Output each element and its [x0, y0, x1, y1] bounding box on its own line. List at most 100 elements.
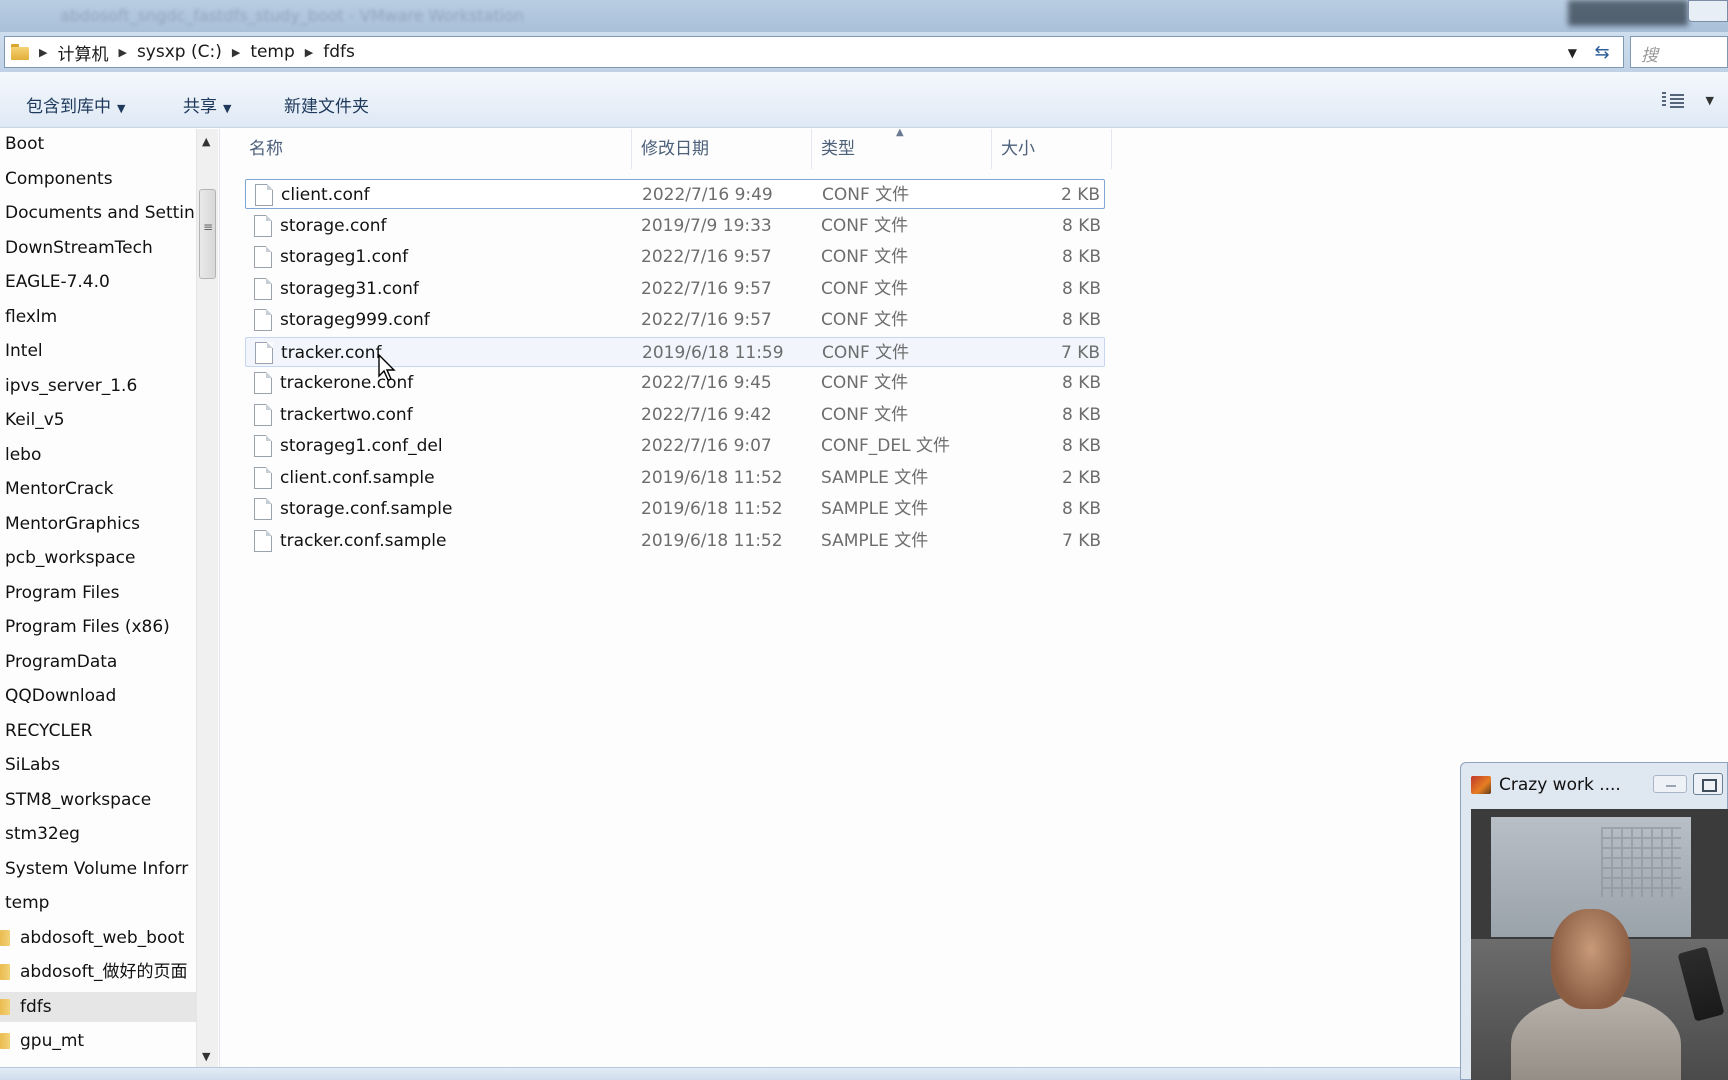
window-titlebar: abdosoft_sngdc_fastdfs_study_boot - VMwa… — [0, 0, 1728, 32]
file-row[interactable]: client.conf 2022/7/16 9:49 CONF 文件 2 KB — [245, 179, 1105, 209]
folder-icon — [0, 998, 10, 1015]
view-options-icon[interactable] — [1662, 92, 1684, 108]
nav-item[interactable]: STM8_workspace — [0, 785, 196, 815]
nav-item[interactable]: MentorCrack — [0, 474, 196, 504]
file-row[interactable]: storage.conf.sample 2019/6/18 11:52 SAMPLE… — [245, 494, 1105, 524]
maximize-button[interactable] — [1693, 773, 1723, 795]
file-icon — [255, 341, 273, 364]
file-date: 2022/7/16 9:49 — [642, 185, 773, 205]
file-date: 2019/6/18 11:52 — [641, 530, 783, 551]
file-row[interactable]: storageg31.conf 2022/7/16 9:57 CONF 文件 8 KB — [245, 274, 1105, 304]
file-type: CONF 文件 — [821, 310, 909, 330]
nav-folder-item[interactable]: fdfs — [0, 991, 196, 1022]
address-bar[interactable]: ▶ 计算机 ▶ sysxp (C:) ▶ temp ▶ fdfs ▼ ⇆ — [4, 36, 1624, 68]
file-type: CONF 文件 — [821, 278, 909, 299]
file-type: CONF 文件 — [822, 185, 910, 205]
refresh-icon[interactable]: ⇆ — [1587, 41, 1617, 65]
nav-item[interactable]: Components — [0, 164, 196, 194]
file-row[interactable]: client.conf.sample 2019/6/18 11:52 SAMPLE … — [245, 463, 1105, 493]
file-row[interactable]: trackerone.conf 2022/7/16 9:45 CONF 文件 8 KB — [245, 368, 1105, 398]
file-row[interactable]: storageg1.conf_del 2022/7/16 9:07 CONF_DEL… — [245, 431, 1105, 461]
nav-item[interactable]: Program Files — [0, 578, 196, 608]
breadcrumb-computer[interactable]: 计算机 — [57, 40, 108, 65]
scroll-up-icon[interactable]: ▲ — [202, 135, 210, 148]
breadcrumb-arrow-icon[interactable]: ▶ — [232, 46, 240, 59]
nav-item[interactable]: RECYCLER — [0, 716, 196, 746]
nav-item[interactable]: Boot — [0, 129, 196, 159]
nav-folder-item[interactable]: abdosoft_做好的页面 — [0, 957, 196, 987]
breadcrumb-arrow-icon[interactable]: ▶ — [39, 46, 47, 59]
column-header-type[interactable]: 类型 — [821, 129, 855, 169]
file-type: CONF 文件 — [822, 342, 910, 363]
file-size: 8 KB — [1061, 278, 1101, 299]
breadcrumb-fdfs[interactable]: fdfs — [323, 42, 355, 62]
folder-icon — [0, 1033, 10, 1049]
nav-item[interactable]: System Volume Inforr — [0, 854, 196, 884]
window-control-button[interactable] — [1688, 0, 1728, 22]
breadcrumb-arrow-icon[interactable]: ▶ — [305, 46, 313, 59]
nav-item[interactable]: Program Files (x86) — [0, 612, 196, 642]
column-header-size[interactable]: 大小 — [1001, 129, 1035, 169]
nav-item[interactable]: lebo — [0, 440, 196, 470]
column-header-name[interactable]: 名称 — [249, 129, 283, 169]
file-size: 2 KB — [1060, 185, 1100, 205]
nav-item[interactable]: pcb_workspace — [0, 543, 196, 573]
file-date: 2022/7/16 9:45 — [641, 373, 772, 393]
file-type: CONF 文件 — [821, 404, 909, 425]
nav-item[interactable]: stm32eg — [0, 819, 196, 849]
file-row[interactable]: tracker.conf 2019/6/18 11:59 CONF 文件 7 KB — [245, 336, 1105, 367]
folder-icon — [0, 929, 10, 946]
nav-item[interactable]: flexlm — [0, 302, 196, 332]
nav-folder-item[interactable]: abdosoft_web_boot — [0, 923, 196, 953]
share-button[interactable]: 共享 ▼ — [183, 92, 231, 117]
breadcrumb-temp[interactable]: temp — [250, 42, 294, 62]
file-size: 8 KB — [1061, 247, 1101, 267]
file-icon — [254, 498, 272, 520]
file-date: 2022/7/16 9:57 — [641, 278, 772, 299]
minimize-button[interactable] — [1653, 775, 1687, 793]
file-row[interactable]: storageg1.conf 2022/7/16 9:57 CONF 文件 8 KB — [245, 242, 1105, 272]
chevron-down-icon[interactable]: ▼ — [1706, 94, 1714, 107]
new-folder-button[interactable]: 新建文件夹 — [284, 92, 369, 117]
breadcrumb-arrow-icon[interactable]: ▶ — [118, 46, 126, 59]
nav-item[interactable]: ipvs_server_1.6 — [0, 371, 196, 401]
sort-ascending-icon: ▲ — [896, 127, 904, 138]
column-divider[interactable] — [811, 129, 812, 169]
file-row[interactable]: storage.conf 2019/7/9 19:33 CONF 文件 8 KB — [245, 211, 1105, 241]
column-divider[interactable] — [1111, 129, 1112, 169]
column-divider[interactable] — [991, 129, 992, 169]
share-label: 共享 — [183, 97, 217, 117]
nav-scrollbar[interactable]: ▲▼ — [196, 129, 218, 1067]
scroll-down-icon[interactable]: ▼ — [202, 1050, 210, 1063]
file-row[interactable]: storageg999.conf 2022/7/16 9:57 CONF 文件 8 K… — [245, 305, 1105, 335]
search-input[interactable]: 搜 — [1630, 36, 1728, 68]
address-dropdown-icon[interactable]: ▼ — [1568, 46, 1577, 60]
nav-item[interactable]: EAGLE-7.4.0 — [0, 267, 196, 297]
nav-folder-item[interactable]: gpu_mt — [0, 1026, 196, 1056]
file-row[interactable]: tracker.conf.sample 2019/6/18 11:52 SAMPLE… — [245, 526, 1105, 556]
nav-item[interactable]: Intel — [0, 336, 196, 366]
file-row[interactable]: trackertwo.conf 2022/7/16 9:42 CONF 文件 8 KB — [245, 400, 1105, 430]
column-divider[interactable] — [631, 129, 632, 169]
nav-item[interactable]: DownStreamTech — [0, 233, 196, 263]
nav-item[interactable]: Documents and Settin — [0, 198, 196, 228]
nav-item[interactable]: MentorGraphics — [0, 509, 196, 539]
nav-item[interactable]: temp — [0, 888, 196, 918]
breadcrumb-drive[interactable]: sysxp (C:) — [137, 42, 222, 62]
nav-item[interactable]: Keil_v5 — [0, 405, 196, 435]
webcam-window[interactable]: Crazy work .... — [1460, 762, 1728, 1080]
include-in-library-button[interactable]: 包含到库中 ▼ — [26, 92, 125, 117]
file-size: 8 KB — [1061, 373, 1101, 393]
scroll-thumb[interactable] — [199, 189, 216, 279]
nav-item[interactable]: QQDownload — [0, 681, 196, 711]
file-name: storageg1.conf — [280, 247, 409, 267]
nav-item[interactable]: SiLabs — [0, 750, 196, 780]
file-name: storageg999.conf — [280, 310, 430, 330]
file-icon — [254, 309, 272, 331]
nav-item[interactable]: ProgramData — [0, 647, 196, 677]
file-type: CONF 文件 — [821, 247, 909, 267]
file-type: CONF_DEL 文件 — [821, 436, 950, 456]
include-in-library-label: 包含到库中 — [26, 97, 111, 117]
file-date: 2019/6/18 11:52 — [641, 467, 783, 488]
column-header-date[interactable]: 修改日期 — [641, 129, 709, 169]
